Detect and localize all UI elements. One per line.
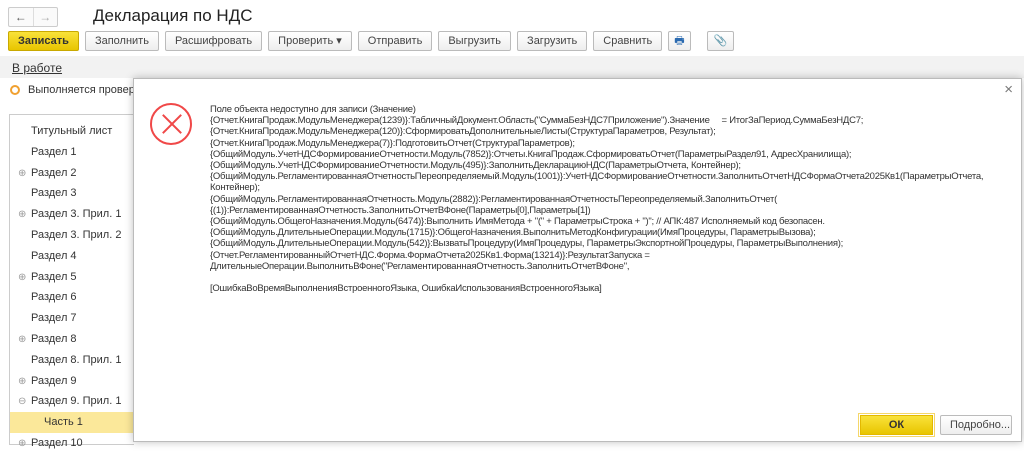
ok-button[interactable]: ОК [858,413,935,437]
print-button[interactable]: 🖶 [668,31,691,51]
expand-icon[interactable]: ⊕ [18,163,26,184]
tree-item[interactable]: Раздел 4 [10,246,135,267]
tree-item-label: Раздел 3 [31,187,77,200]
spinner-icon [10,85,20,95]
expand-icon[interactable]: ⊕ [18,329,26,350]
tree-item-label: Раздел 3. Прил. 1 [31,208,122,221]
progress-indicator: Выполняется проверка. [10,84,149,96]
tree-item-label: Раздел 9 [31,374,77,387]
export-button[interactable]: Выгрузить [438,31,512,51]
expand-icon[interactable]: ⊕ [18,433,26,454]
expand-icon[interactable]: ⊖ [18,391,26,412]
expand-icon[interactable]: ⊕ [18,371,26,392]
attach-button[interactable]: 📎 [706,31,735,51]
error-icon [150,103,192,145]
tree-item-label: Раздел 4 [31,249,77,262]
tree-item-label: Титульный лист [31,125,113,137]
tree-item-label: Раздел 6 [31,291,77,304]
tree-item[interactable]: ⊕ Раздел 9 [10,371,135,392]
tree-item-label: Раздел 2 [31,166,77,179]
tree-item[interactable]: ⊕ Раздел 3. Прил. 1 [10,204,135,225]
tree-item[interactable]: ⊕ Раздел 10 [10,433,135,454]
history-nav: ← → [8,7,58,27]
chevron-down-icon: ▾ [336,35,342,47]
printer-icon: 🖶 [674,35,685,47]
tree-item[interactable]: Раздел 7 [10,308,135,329]
tree-item-label: Раздел 7 [31,312,77,325]
tree-item[interactable]: Раздел 6 [10,287,135,308]
decode-button[interactable]: Расшифровать [164,31,263,51]
tree-item-label: Часть 1 [44,416,83,429]
tree-item[interactable]: Раздел 1 [10,142,135,163]
import-button[interactable]: Загрузить [517,31,588,51]
sections-tree: Титульный лист Раздел 1 ⊕ Раздел 2 Раздел 3 ⊕… [9,114,135,449]
fill-button[interactable]: Заполнить [84,31,159,51]
status-link[interactable]: В работе [12,61,62,75]
toolbar: Записать Заполнить Расшифровать Проверит… [8,31,735,51]
page-title: Декларация по НДС [93,6,253,25]
send-button[interactable]: Отправить [357,31,433,51]
tree-item[interactable]: Раздел 3 [10,183,135,204]
close-icon[interactable]: × [1004,81,1013,98]
tree-item-label: Раздел 10 [31,437,83,449]
save-button[interactable]: Записать [8,31,79,51]
tree-item[interactable]: ⊖ Раздел 9. Прил. 1 [10,391,135,412]
error-message: Поле объекта недоступно для записи (Знач… [210,104,984,295]
tree-item[interactable]: ⊕ Раздел 5 [10,267,135,288]
tree-item[interactable]: ⊕ Раздел 8 [10,329,135,350]
error-dialog: × Поле объекта недоступно для записи (Зн… [133,78,1022,442]
check-label: Проверить [278,35,334,47]
back-button[interactable]: ← [9,8,33,26]
paperclip-icon: 📎 [713,35,728,47]
details-button[interactable]: Подробно... [940,415,1012,435]
progress-text: Выполняется проверка. [28,84,150,96]
tree-item[interactable]: Раздел 8. Прил. 1 [10,350,135,371]
tree-item-label: Раздел 3. Прил. 2 [31,229,122,241]
tree-item[interactable]: ⊕ Раздел 2 [10,163,135,184]
forward-button[interactable]: → [32,8,58,26]
tree-item-label: Раздел 5 [31,270,77,283]
tree-item-label: Раздел 8 [31,333,77,345]
check-dropdown-button[interactable]: Проверить ▾ [268,31,352,51]
tree-item[interactable]: Раздел 3. Прил. 2 [10,225,135,246]
status-bar [0,56,1024,78]
tree-item-label: Раздел 9. Прил. 1 [31,395,122,408]
tree-item[interactable]: Титульный лист [10,121,135,142]
tree-item[interactable]: Часть 1 [10,412,135,434]
expand-icon[interactable]: ⊕ [18,204,26,225]
tree-item-label: Раздел 8. Прил. 1 [31,353,122,366]
tree-item-label: Раздел 1 [31,145,77,158]
compare-button[interactable]: Сравнить [593,31,663,51]
expand-icon[interactable]: ⊕ [18,267,26,288]
